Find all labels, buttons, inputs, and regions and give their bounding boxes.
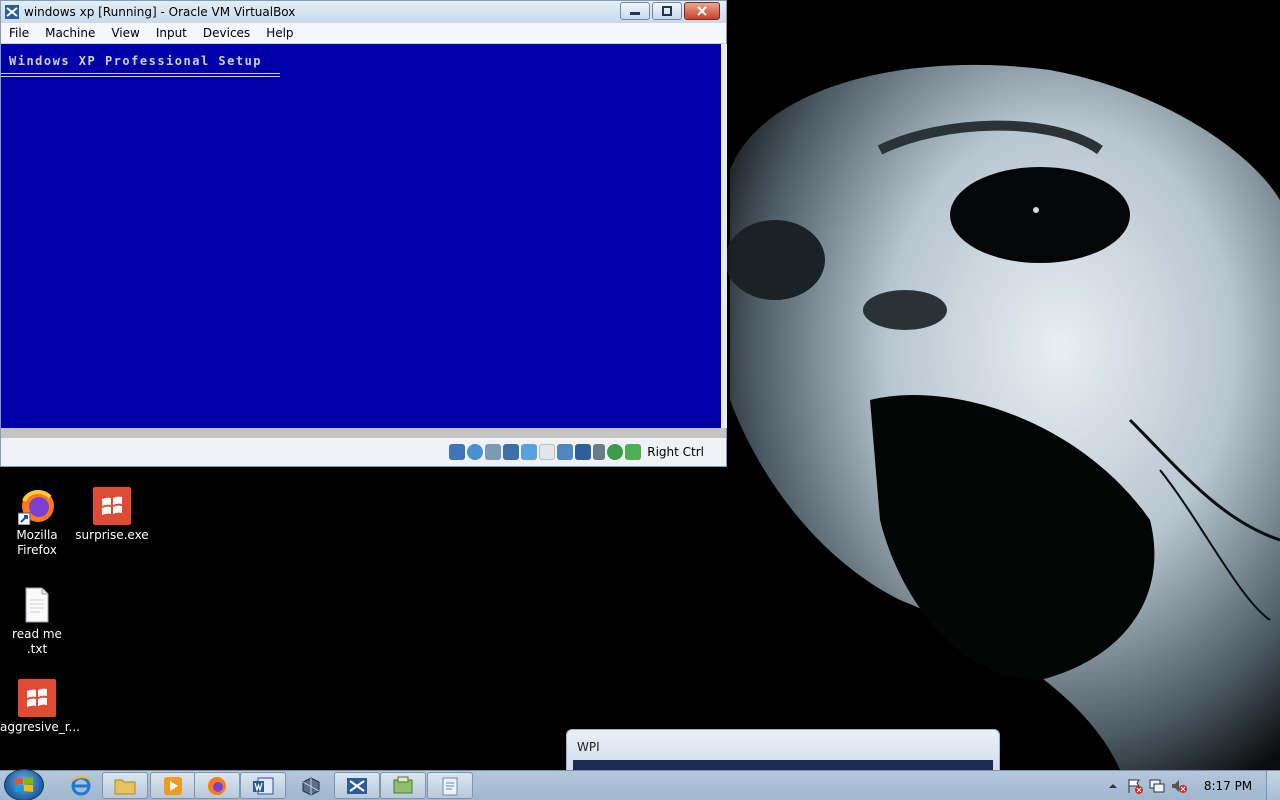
- vm-status-bar: Right Ctrl: [1, 438, 726, 466]
- notepad-icon: [442, 777, 458, 795]
- setup-title-underline: [1, 73, 280, 77]
- desktop-icon-firefox[interactable]: Mozilla Firefox: [0, 487, 74, 558]
- taskbar-package[interactable]: [380, 772, 426, 799]
- video-capture-icon[interactable]: [575, 444, 592, 460]
- start-button[interactable]: [4, 769, 44, 800]
- taskbar-virtualbox-manager[interactable]: [288, 772, 334, 799]
- volume-muted-icon: [1172, 779, 1187, 793]
- desktop-icon-label: read me .txt: [12, 627, 62, 656]
- show-hidden-icons-button[interactable]: [1102, 775, 1124, 797]
- desktop-icon-surprise-exe[interactable]: surprise.exe: [75, 487, 149, 543]
- explorer-folder-icon: [114, 779, 136, 794]
- minimize-icon: [630, 12, 640, 15]
- cpu-icon[interactable]: [593, 444, 606, 460]
- mouse-integration-icon[interactable]: [625, 444, 642, 460]
- show-hidden-icons-icon: [1109, 783, 1117, 788]
- word-icon: [253, 777, 274, 794]
- window-title: windows xp [Running] - Oracle VM Virtual…: [24, 5, 296, 19]
- network-icon: [1149, 779, 1165, 792]
- minimize-button[interactable]: [620, 2, 650, 20]
- action-center-button[interactable]: [1124, 775, 1146, 797]
- volume-tray-button[interactable]: [1168, 775, 1190, 797]
- taskbar-explorer[interactable]: [102, 772, 148, 799]
- taskbar-firefox[interactable]: [194, 772, 240, 799]
- vm-scrollbar[interactable]: [721, 44, 727, 428]
- windows-exe-icon: [18, 679, 56, 717]
- hard-disk-icon[interactable]: [449, 444, 466, 460]
- display-icon[interactable]: [557, 444, 574, 460]
- start-orb-icon: [15, 777, 33, 792]
- setup-title: Windows XP Professional Setup: [9, 54, 263, 68]
- menu-devices[interactable]: Devices: [195, 26, 258, 40]
- desktop-icon-label: surprise.exe: [75, 528, 149, 542]
- virtualbox-window: windows xp [Running] - Oracle VM Virtual…: [0, 0, 727, 467]
- menu-bar: File Machine View Input Devices Help: [1, 23, 726, 44]
- virtualbox-app-icon: [5, 5, 19, 19]
- desktop-icon-label: aggresive_r...: [0, 720, 80, 734]
- taskbar-notepad[interactable]: [427, 772, 473, 799]
- usb-icon[interactable]: [521, 444, 538, 460]
- network-icon[interactable]: [503, 444, 520, 460]
- network-tray-button[interactable]: [1146, 775, 1168, 797]
- wpi-taskbar-preview[interactable]: WPI: [566, 729, 1000, 774]
- menu-machine[interactable]: Machine: [37, 26, 103, 40]
- menu-help[interactable]: Help: [258, 26, 301, 40]
- wpi-preview-title: WPI: [577, 740, 600, 754]
- vm-display[interactable]: Windows XP Professional Setup: [1, 44, 721, 428]
- globe-icon[interactable]: [607, 444, 624, 460]
- maximize-button[interactable]: [652, 2, 682, 20]
- system-tray: 8:17 PM: [1102, 771, 1280, 800]
- optical-drive-icon[interactable]: [467, 444, 484, 460]
- floppy-icon[interactable]: [485, 444, 502, 460]
- vm-horizontal-strip: [1, 428, 726, 438]
- restore-icon: [662, 6, 672, 16]
- media-player-icon: [164, 776, 182, 795]
- firefox-icon: [17, 487, 56, 526]
- desktop-icon-label: Mozilla Firefox: [16, 528, 58, 557]
- window-titlebar[interactable]: windows xp [Running] - Oracle VM Virtual…: [1, 1, 726, 23]
- taskbar: 8:17 PM: [0, 769, 1280, 800]
- taskbar-clock[interactable]: 8:17 PM: [1190, 779, 1266, 793]
- flag-alert-icon: [1128, 778, 1143, 794]
- close-button[interactable]: [684, 2, 720, 20]
- taskbar-word[interactable]: [240, 772, 286, 799]
- taskbar-vm-window[interactable]: [334, 772, 380, 799]
- close-icon: [697, 6, 707, 16]
- desktop-icon-aggresive[interactable]: aggresive_r...: [0, 679, 80, 735]
- text-file-icon: [18, 586, 56, 624]
- menu-file[interactable]: File: [1, 26, 37, 40]
- internet-explorer-icon: [71, 775, 91, 795]
- desktop-icon-read-me[interactable]: read me .txt: [0, 586, 74, 657]
- firefox-icon: [208, 776, 226, 795]
- taskbar-media-player[interactable]: [150, 772, 196, 799]
- package-icon: [393, 776, 413, 793]
- host-key-label[interactable]: Right Ctrl: [647, 445, 704, 459]
- shared-folders-icon[interactable]: [539, 444, 556, 460]
- menu-input[interactable]: Input: [148, 26, 195, 40]
- show-desktop-button[interactable]: [1266, 771, 1280, 800]
- menu-view[interactable]: View: [103, 26, 147, 40]
- taskbar-internet-explorer[interactable]: [58, 772, 104, 799]
- setup-icon: [347, 777, 367, 794]
- window-controls: [620, 2, 720, 20]
- windows-exe-icon: [93, 487, 131, 525]
- virtualbox-icon: [302, 776, 320, 796]
